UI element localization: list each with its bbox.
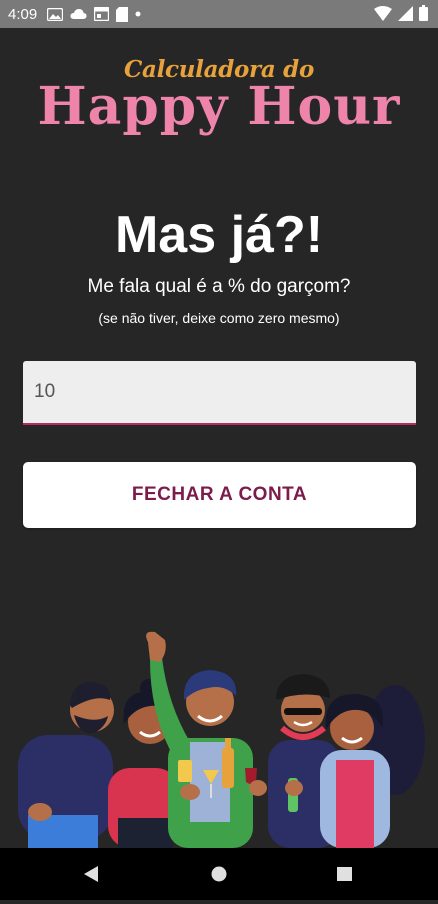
battery-icon [419,5,428,25]
cloud-icon [70,8,87,20]
app-title-big: Happy Hour [37,76,401,137]
status-bar: 4:09 [0,0,438,28]
tip-input-container[interactable] [23,361,416,425]
tip-percentage-input[interactable] [23,361,416,423]
dot-icon [135,11,141,17]
tip-question: Me fala qual é a % do garçom? [87,276,351,297]
status-time: 4:09 [8,5,38,23]
friends-toasting-illustration [18,631,425,848]
close-bill-button[interactable]: FECHAR A CONTA [23,462,416,528]
home-icon[interactable] [211,866,227,882]
back-icon[interactable] [84,866,98,882]
signal-icon [398,5,413,25]
page-heading: Mas já?! [114,206,324,264]
photo-icon [47,7,64,21]
calendar-icon [94,7,110,21]
sd-card-icon [116,6,129,22]
recents-icon[interactable] [337,867,352,881]
wifi-icon [374,5,392,25]
navigation-bar [0,848,438,900]
tip-hint: (se não tiver, deixe como zero mesmo) [98,310,340,326]
